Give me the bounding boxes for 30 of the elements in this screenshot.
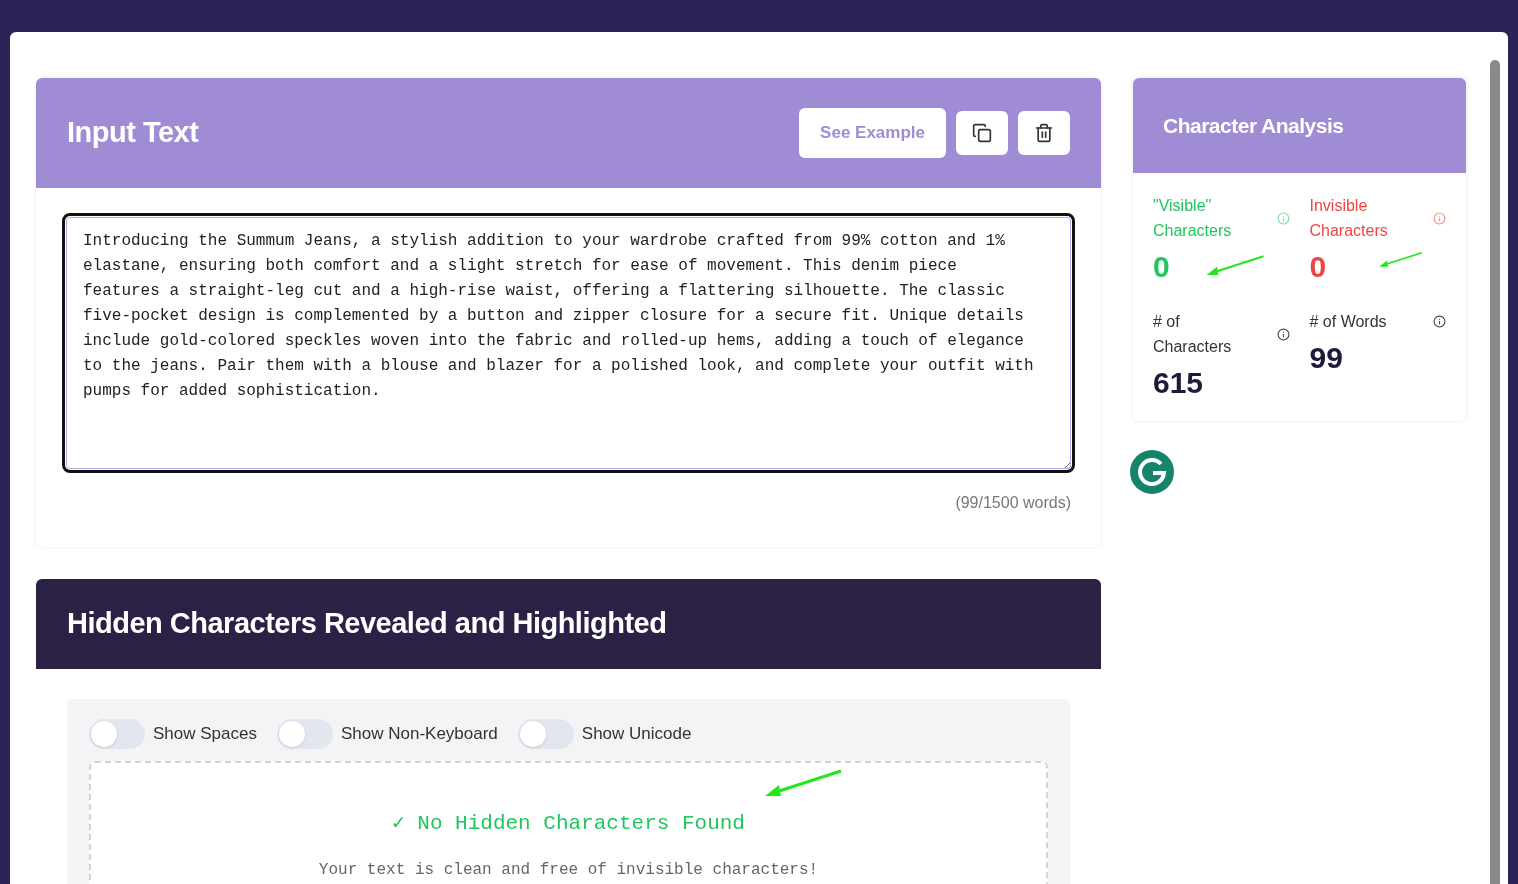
copy-button[interactable]: [956, 111, 1008, 155]
copy-icon: [972, 123, 992, 143]
text-input[interactable]: Introducing the Summum Jeans, a stylish addition to your wardrobe crafted from 99% cotton and 1% elastane, ensuring both comfort and a slight stretch for ease of movement. This denim piece features a straight-leg cut and a high-rise waist, offering a flattering silhouette. The classic five-pocket design is complemented by a button and zipper closure for a secure fit. Unique details include gold-colored speckles woven into the fabric and rolled-up hems, adding a touch of elegance to the jeans. Pair them with a blouse and blazer for a polished look, and complete your outfit with pumps for added sophistication.: [62, 213, 1075, 473]
stat-value: 615: [1153, 365, 1204, 401]
stat-label: # of Characters: [1153, 312, 1233, 357]
info-icon[interactable]: [1433, 315, 1446, 328]
stat-value: 0: [1309, 249, 1327, 285]
stat-value: 0: [1153, 249, 1170, 285]
stat-value: 99: [1309, 340, 1343, 376]
stat-label: "Visible" Characters: [1153, 196, 1233, 241]
result-text: Your text is clean and free of invisible characters!: [318, 859, 819, 881]
toggle-switch[interactable]: [89, 719, 145, 749]
toggle-switch[interactable]: [517, 719, 574, 749]
scrollbar[interactable]: [1490, 60, 1500, 884]
toggle-label: Show Non-Keyboard: [340, 723, 498, 746]
delete-button[interactable]: [1018, 111, 1070, 155]
result-title: ✓ No Hidden Characters Found: [392, 811, 745, 837]
toggle-label: Show Unicode: [581, 723, 692, 746]
card-title: Input Text: [67, 115, 199, 151]
toggle-label: Show Spaces: [153, 723, 257, 746]
toggle-switch[interactable]: [276, 719, 333, 749]
stat-label: # of Words: [1309, 312, 1388, 332]
stat-label: Invisible Characters: [1309, 196, 1389, 241]
card-title: Character Analysis: [1163, 112, 1344, 139]
annotation-arrow: [1206, 255, 1264, 275]
info-icon[interactable]: [1276, 327, 1290, 341]
word-count: (99/1500 words): [955, 493, 1071, 513]
card-title: Hidden Characters Revealed and Highlighted: [67, 606, 667, 642]
annotation-arrow: [1379, 251, 1423, 267]
trash-icon: [1034, 123, 1054, 143]
